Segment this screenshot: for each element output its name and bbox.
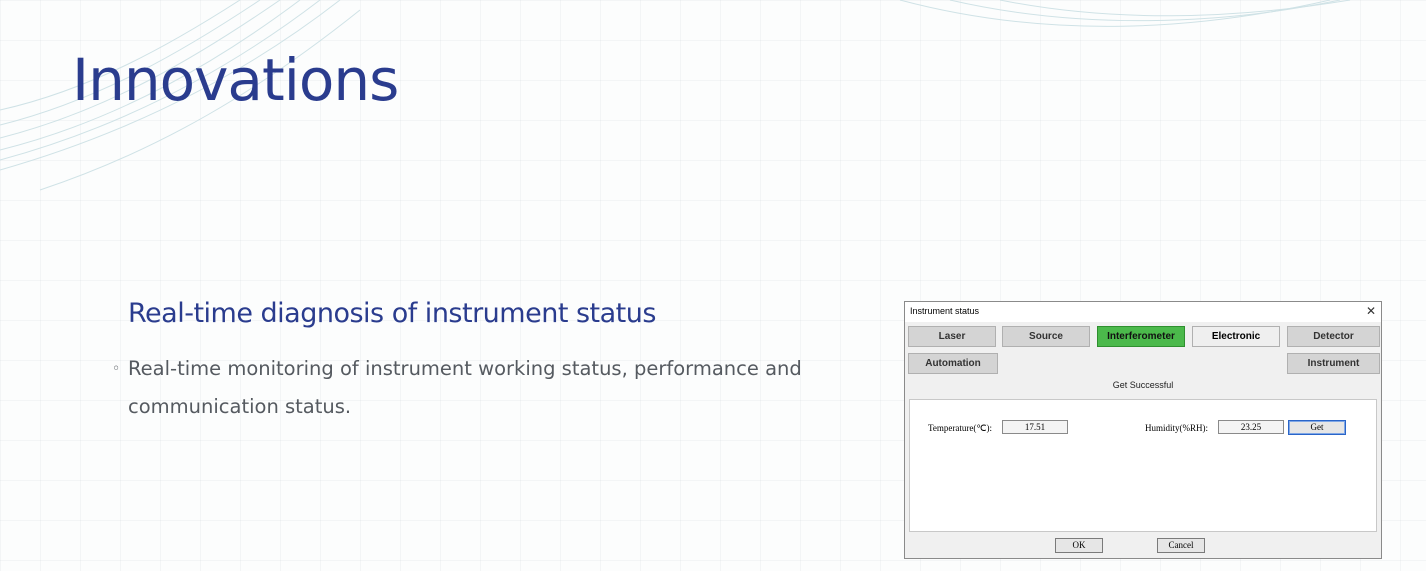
humidity-label: Humidity(%RH): <box>1145 423 1208 433</box>
temperature-field[interactable]: 17.51 <box>1002 420 1068 434</box>
status-message: Get Successful <box>1112 380 1174 390</box>
ok-button[interactable]: OK <box>1055 538 1103 553</box>
tab-source[interactable]: Source <box>1002 326 1090 347</box>
tab-laser[interactable]: Laser <box>908 326 996 347</box>
bullet-icon: ◦ <box>112 361 121 377</box>
slide-title: Innovations <box>72 46 399 114</box>
tab-interferometer[interactable]: Interferometer <box>1097 326 1185 347</box>
tab-instrument[interactable]: Instrument <box>1287 353 1380 374</box>
humidity-field[interactable]: 23.25 <box>1218 420 1284 434</box>
interferometer-panel: Temperature(℃): 17.51 Humidity(%RH): 23.… <box>909 399 1377 532</box>
instrument-status-dialog: Instrument status ✕ Laser Source Interfe… <box>904 301 1382 559</box>
tab-detector[interactable]: Detector <box>1287 326 1380 347</box>
slide-subtitle: Real-time diagnosis of instrument status <box>128 298 656 329</box>
dialog-title: Instrument status <box>910 306 980 316</box>
tab-electronic[interactable]: Electronic <box>1192 326 1280 347</box>
tab-automation[interactable]: Automation <box>908 353 998 374</box>
close-icon[interactable]: ✕ <box>1366 304 1376 318</box>
cancel-button[interactable]: Cancel <box>1157 538 1205 553</box>
bullet-text: Real-time monitoring of instrument worki… <box>128 357 802 418</box>
bullet-item: ◦ Real-time monitoring of instrument wor… <box>112 350 832 426</box>
dialog-titlebar: Instrument status ✕ <box>905 302 1381 322</box>
temperature-label: Temperature(℃): <box>928 423 992 433</box>
get-button[interactable]: Get <box>1288 420 1346 435</box>
